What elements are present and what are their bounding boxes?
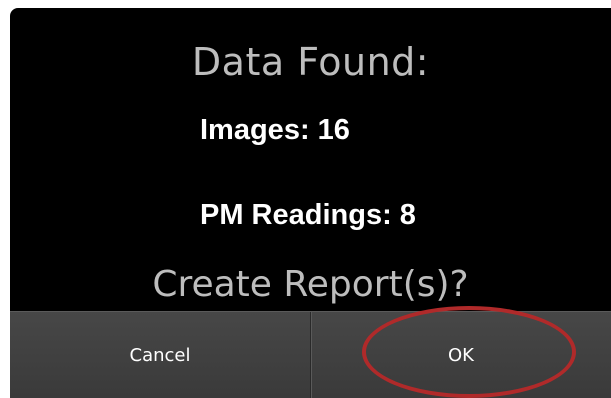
dialog-title: Data Found: bbox=[191, 40, 430, 84]
dialog-button-bar: Cancel OK bbox=[10, 311, 611, 398]
images-count: Images: 16 bbox=[200, 114, 350, 146]
create-report-question: Create Report(s)? bbox=[152, 264, 469, 305]
ok-button[interactable]: OK bbox=[311, 312, 611, 398]
pm-readings-count: PM Readings: 8 bbox=[200, 199, 416, 231]
cancel-button[interactable]: Cancel bbox=[10, 312, 310, 398]
data-found-dialog: Data Found: Images: 16 PM Readings: 8 Cr… bbox=[10, 8, 611, 398]
